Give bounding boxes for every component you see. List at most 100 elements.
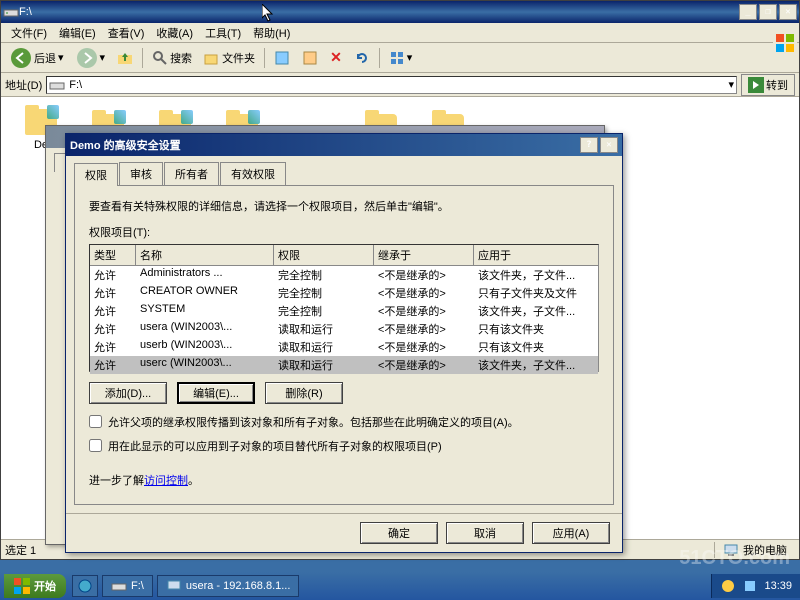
tab-owner[interactable]: 所有者 [164,162,219,185]
cancel-button[interactable]: 取消 [446,522,524,544]
advanced-security-dialog: Demo 的高级安全设置 ? ✕ 权限 审核 所有者 有效权限 要查看有关特殊权… [65,133,623,553]
dropdown-icon: ▾ [100,51,106,64]
ok-button[interactable]: 确定 [360,522,438,544]
list-header[interactable]: 类型 名称 权限 继承于 应用于 [90,245,598,266]
task-remote[interactable]: usera - 192.168.8.1... [157,575,300,597]
tb-icon-2[interactable] [297,47,323,69]
access-control-link[interactable]: 访问控制 [144,475,188,487]
folders-icon [204,50,220,66]
folders-button[interactable]: 文件夹 [199,47,260,69]
apply-button[interactable]: 应用(A) [532,522,610,544]
go-button[interactable]: 转到 [741,74,795,96]
up-button[interactable] [112,47,138,69]
inherit-checkbox-row: 允许父项的继承权限传播到该对象和所有子对象。包括那些在此明确定义的项目(A)。 [89,414,599,430]
maximize-button[interactable]: ❐ [759,4,777,20]
ie-icon [77,578,93,594]
windows-logo-icon [14,578,30,594]
inherit-label[interactable]: 允许父项的继承权限传播到该对象和所有子对象。包括那些在此明确定义的项目(A)。 [108,414,519,430]
menubar: 文件(F) 编辑(E) 查看(V) 收藏(A) 工具(T) 帮助(H) [1,23,799,43]
address-input[interactable]: F:\ ▾ [46,76,737,94]
address-value: F:\ [69,79,82,91]
tray-icon[interactable] [742,578,758,594]
tab-audit[interactable]: 审核 [119,162,163,185]
tray-icon[interactable] [720,578,736,594]
addressbar: 地址(D) F:\ ▾ 转到 [1,73,799,97]
col-inherit[interactable]: 继承于 [374,245,474,265]
tab-panel: 要查看有关特殊权限的详细信息，请选择一个权限项目，然后单击"编辑"。 权限项目(… [74,185,614,505]
menu-tools[interactable]: 工具(T) [199,23,247,43]
undo-icon [354,50,370,66]
task-label: usera - 192.168.8.1... [186,580,291,592]
replace-checkbox[interactable] [89,439,102,452]
taskbar: 开始 F:\ usera - 192.168.8.1... 13:39 [0,572,800,600]
quick-launch-ie[interactable] [72,575,98,597]
col-apply[interactable]: 应用于 [474,245,598,265]
col-type[interactable]: 类型 [90,245,136,265]
task-explorer[interactable]: F:\ [102,575,153,597]
forward-arrow-icon [76,47,98,69]
permissions-list[interactable]: 类型 名称 权限 继承于 应用于 允许Administrators ...完全控… [89,244,599,372]
system-tray[interactable]: 13:39 [711,574,800,598]
menu-help[interactable]: 帮助(H) [247,23,296,43]
permission-row[interactable]: 允许userb (WIN2003\...读取和运行<不是继承的>只有该文件夹 [90,338,598,356]
learn-more: 进一步了解访问控制。 [89,472,599,488]
help-button[interactable]: ? [580,137,598,153]
search-button[interactable]: 搜索 [147,47,197,69]
drive-icon [111,578,127,594]
tab-effective[interactable]: 有效权限 [220,162,286,185]
tb-icon-1[interactable] [269,47,295,69]
permission-row[interactable]: 允许SYSTEM完全控制<不是继承的>该文件夹，子文件... [90,302,598,320]
forward-button[interactable]: ▾ [71,44,111,72]
task-label: F:\ [131,580,144,592]
xp-logo [773,23,797,63]
permission-row[interactable]: 允许usera (WIN2003\...读取和运行<不是继承的>只有该文件夹 [90,320,598,338]
back-label: 后退 [34,50,56,66]
menu-view[interactable]: 查看(V) [102,23,151,43]
menu-favorites[interactable]: 收藏(A) [150,23,199,43]
replace-label[interactable]: 用在此显示的可以应用到子对象的项目替代所有子对象的权限项目(P) [108,438,442,454]
edit-button[interactable]: 编辑(E)... [177,382,255,404]
toolbar: 后退 ▾ ▾ 搜索 文件夹 ✕ ▾ [1,43,799,73]
go-label: 转到 [766,77,788,93]
separator [379,48,380,68]
explorer-titlebar[interactable]: F:\ _ ❐ ✕ [1,1,799,23]
dialog-titlebar[interactable]: Demo 的高级安全设置 ? ✕ [66,134,622,156]
undo-button[interactable] [349,47,375,69]
back-arrow-icon [10,47,32,69]
minimize-button[interactable]: _ [739,4,757,20]
tab-permissions[interactable]: 权限 [74,163,118,186]
permission-row[interactable]: 允许userc (WIN2003\...读取和运行<不是继承的>该文件夹，子文件… [90,356,598,374]
separator [264,48,265,68]
search-icon [152,50,168,66]
status-left: 选定 1 [5,542,36,558]
search-label: 搜索 [170,50,192,66]
remove-button[interactable]: 删除(R) [265,382,343,404]
menu-edit[interactable]: 编辑(E) [53,23,102,43]
computer-icon [166,578,182,594]
folders-label: 文件夹 [222,50,255,66]
address-label: 地址(D) [5,77,42,93]
permission-row[interactable]: 允许CREATOR OWNER完全控制<不是继承的>只有子文件夹及文件 [90,284,598,302]
inherit-checkbox[interactable] [89,415,102,428]
col-name[interactable]: 名称 [136,245,274,265]
back-button[interactable]: 后退 ▾ [5,44,69,72]
close-button[interactable]: ✕ [600,137,618,153]
instruction-text: 要查看有关特殊权限的详细信息，请选择一个权限项目，然后单击"编辑"。 [89,198,599,214]
dropdown-icon[interactable]: ▾ [728,78,734,91]
start-label: 开始 [34,578,56,594]
views-button[interactable]: ▾ [384,47,418,69]
add-button[interactable]: 添加(D)... [89,382,167,404]
folder-up-icon [117,50,133,66]
watermark: 51CTO.com [679,547,790,570]
delete-button[interactable]: ✕ [325,46,347,69]
dropdown-icon: ▾ [58,51,64,64]
window-title: F:\ [19,6,739,18]
menu-file[interactable]: 文件(F) [5,23,53,43]
start-button[interactable]: 开始 [4,574,66,598]
dropdown-icon: ▾ [407,51,413,64]
permission-row[interactable]: 允许Administrators ...完全控制<不是继承的>该文件夹，子文件.… [90,266,598,284]
clock[interactable]: 13:39 [764,580,792,592]
close-button[interactable]: ✕ [779,4,797,20]
drive-icon [49,77,65,93]
col-perm[interactable]: 权限 [274,245,374,265]
